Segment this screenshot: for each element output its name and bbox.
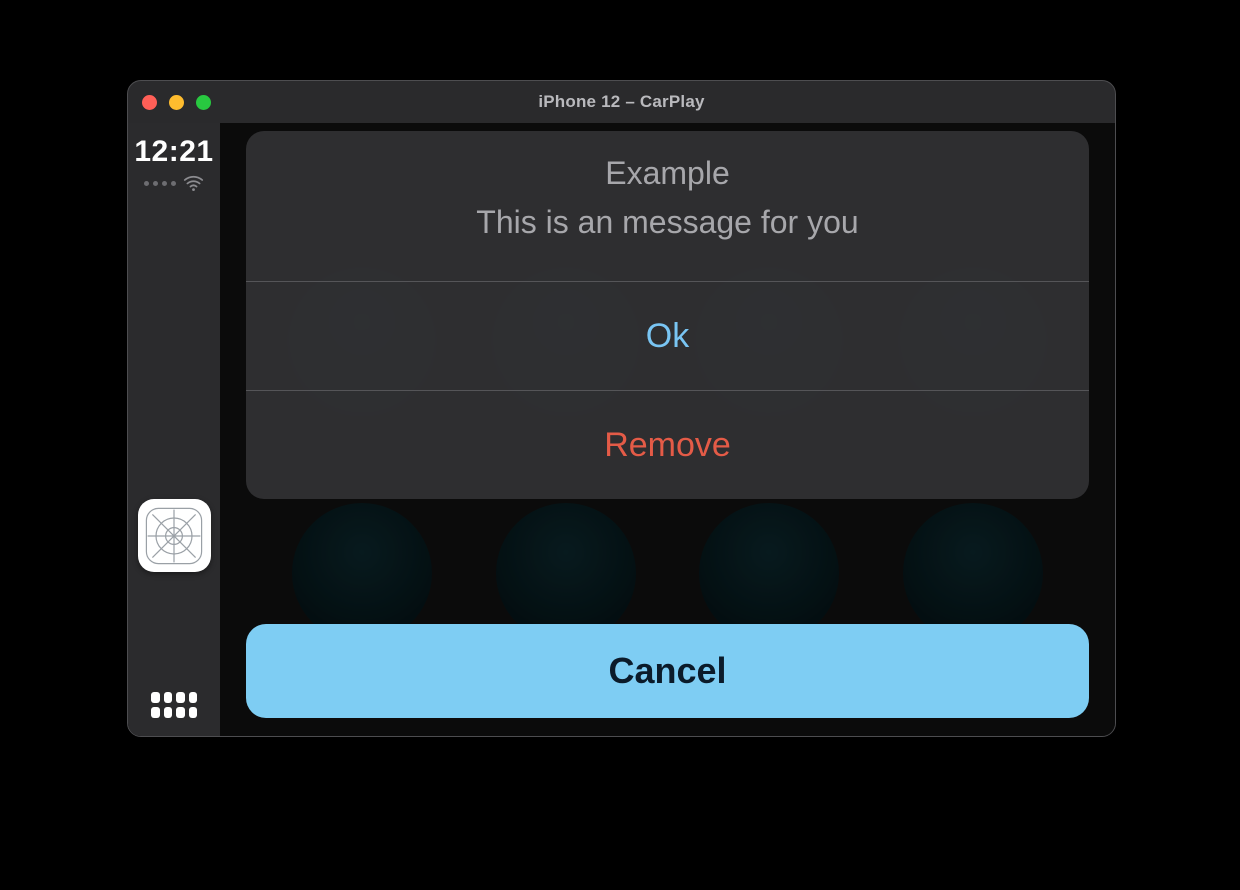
titlebar: iPhone 12 – CarPlay: [128, 81, 1115, 124]
traffic-lights: [142, 95, 211, 110]
action-sheet-title: Example: [266, 155, 1069, 192]
action-sheet-header: Example This is an message for you: [246, 131, 1089, 281]
zoom-button[interactable]: [196, 95, 211, 110]
action-sheet-cancel-button[interactable]: Cancel: [246, 624, 1089, 718]
clock-label: 12:21: [134, 135, 213, 169]
action-sheet-ok-button[interactable]: Ok: [246, 281, 1089, 390]
carplay-main: Example This is an message for you Ok Re…: [220, 123, 1115, 736]
close-button[interactable]: [142, 95, 157, 110]
status-row: [144, 173, 204, 194]
stage: iPhone 12 – CarPlay 12:21: [0, 0, 1240, 890]
action-sheet-cancel-label: Cancel: [608, 650, 726, 692]
action-sheet-message: This is an message for you: [266, 204, 1069, 241]
action-sheet-remove-button[interactable]: Remove: [246, 390, 1089, 499]
wifi-icon: [183, 173, 204, 194]
signal-dots-icon: [144, 181, 176, 186]
home-grid-icon[interactable]: [151, 692, 197, 718]
minimize-button[interactable]: [169, 95, 184, 110]
carplay-screen: 12:21: [128, 123, 1115, 736]
simulator-window: iPhone 12 – CarPlay 12:21: [127, 80, 1116, 737]
action-sheet: Example This is an message for you Ok Re…: [246, 131, 1089, 499]
window-title: iPhone 12 – CarPlay: [128, 92, 1115, 112]
action-sheet-ok-label: Ok: [646, 317, 689, 356]
action-sheet-remove-label: Remove: [604, 426, 731, 465]
active-app-icon[interactable]: [138, 499, 211, 572]
sidebar: 12:21: [128, 123, 220, 736]
